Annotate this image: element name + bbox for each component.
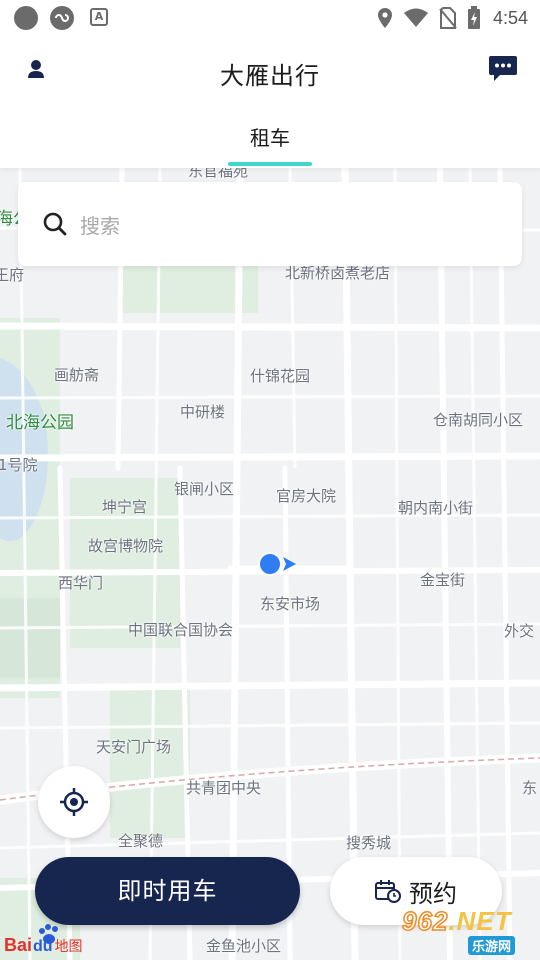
map-label: 东安市场 (260, 595, 321, 613)
locate-me-button[interactable] (38, 766, 110, 838)
status-icons: 4:54 (377, 6, 528, 30)
map-label: 画舫斋 (54, 366, 100, 384)
map-label: 西华门 (58, 574, 104, 592)
map-label: 朝内南小街 (398, 499, 474, 517)
message-icon[interactable] (488, 54, 518, 82)
map-label: 官房大院 (276, 487, 337, 505)
infinity-app-icon (50, 6, 74, 30)
map-label: 东官福苑 (188, 168, 249, 180)
map-label: 金鱼池小区 (206, 937, 282, 955)
tab-rent-car[interactable]: 租车 (228, 122, 312, 151)
crosshair-icon (60, 788, 88, 816)
search-bar[interactable]: 搜索 (18, 182, 522, 266)
map-label: 银闸小区 (174, 480, 235, 498)
map-label: 北海公园 (6, 413, 74, 433)
map-label: 什锦花园 (250, 367, 311, 385)
map-label: 王府 (0, 266, 25, 284)
map-label: 仓南胡同小区 (433, 411, 524, 429)
map-label: 全聚德 (118, 832, 164, 850)
map-label: 东 (522, 779, 538, 797)
reserve-label: 预约 (409, 879, 457, 908)
map-label: 搜秀城 (346, 834, 392, 852)
search-icon (43, 212, 67, 236)
battery-charging-icon (467, 6, 480, 29)
map-label: 中研楼 (180, 403, 226, 421)
no-sim-icon (439, 7, 457, 29)
map-label: 故宫博物院 (88, 537, 164, 555)
search-input[interactable]: 搜索 (80, 210, 120, 239)
map-label: 共青团中央 (186, 779, 262, 797)
baidu-paw-icon (39, 924, 58, 944)
map-label: 1号院 (0, 456, 38, 474)
app-header: 大雁出行 租车 (0, 36, 540, 168)
status-bar: A 4:54 (0, 0, 540, 36)
map-label: 金宝街 (420, 571, 466, 589)
app-notification-icon: A (90, 8, 108, 26)
tab-active-indicator (228, 162, 312, 166)
map-label: 外交 (504, 622, 535, 640)
clock: 4:54 (492, 7, 528, 28)
wifi-icon (403, 8, 428, 27)
map-view[interactable]: 东官福苑 海公 王府 北新桥卤煮老店 画舫斋 什锦花园 中研楼 北海公园 仓南胡… (0, 168, 540, 960)
map-label: 中国联合国协会 (128, 621, 234, 639)
map-label: 坤宁宫 (102, 498, 148, 516)
watermark: 962.NET 乐游网 (400, 905, 536, 956)
calendar-clock-icon (375, 880, 401, 903)
map-label: 天安门广场 (96, 738, 172, 756)
location-icon (377, 8, 392, 28)
page-title: 大雁出行 (220, 62, 320, 90)
notification-dot-icon (14, 6, 38, 30)
instant-ride-button[interactable]: 即时用车 (35, 857, 300, 925)
map-canvas (0, 168, 540, 960)
